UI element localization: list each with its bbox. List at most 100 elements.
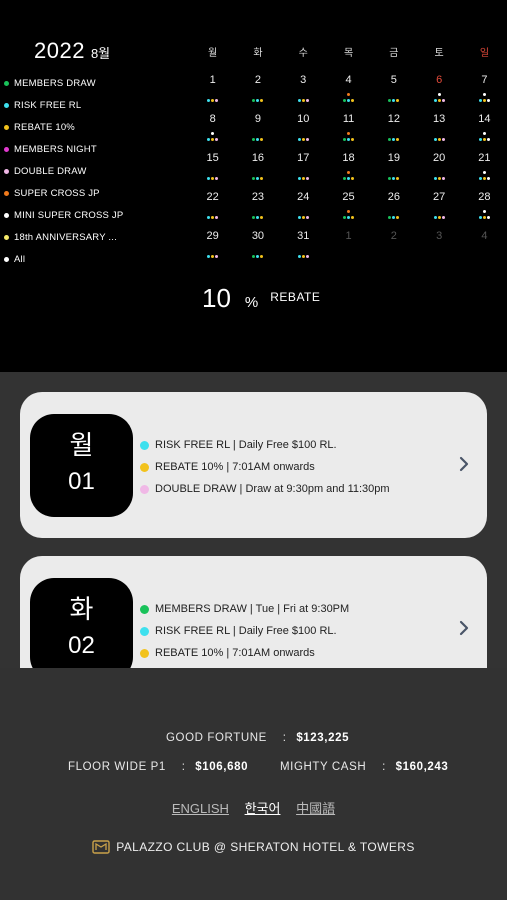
event-dots bbox=[475, 129, 493, 141]
legend-item[interactable]: MINI SUPER CROSS JP bbox=[4, 204, 184, 226]
legend-item[interactable]: MEMBERS NIGHT bbox=[4, 138, 184, 160]
event-item: DOUBLE DRAW | Draw at 9:30pm and 11:30pm bbox=[140, 478, 390, 500]
card-day: 01 bbox=[68, 468, 95, 495]
legend-item[interactable]: 18th ANNIVERSARY ... bbox=[4, 226, 184, 248]
event-dot bbox=[482, 170, 486, 174]
rebate-summary: 10 % REBATE bbox=[202, 283, 320, 314]
lang-english-link[interactable]: ENGLISH bbox=[172, 801, 229, 816]
calendar-day-cell[interactable]: 3 bbox=[281, 70, 326, 109]
day-number: 16 bbox=[251, 152, 265, 164]
calendar-day-cell[interactable]: 10 bbox=[281, 109, 326, 148]
event-dot bbox=[215, 99, 219, 102]
event-dot bbox=[347, 99, 351, 102]
calendar-day-cell[interactable]: 17 bbox=[281, 148, 326, 187]
calendar-day-cell[interactable]: 11 bbox=[326, 109, 371, 148]
day-number: 25 bbox=[342, 191, 355, 203]
event-dots bbox=[430, 246, 448, 258]
calendar-day-cell[interactable]: 30 bbox=[235, 226, 280, 265]
day-number: 17 bbox=[297, 152, 310, 164]
day-number: 6 bbox=[436, 74, 443, 86]
event-dots bbox=[204, 207, 222, 219]
calendar-day-cell[interactable]: 22 bbox=[190, 187, 235, 226]
calendar-day-cell[interactable]: 24 bbox=[281, 187, 326, 226]
jackpot-value: $160,243 bbox=[395, 761, 449, 773]
calendar-day-cell[interactable]: 20 bbox=[416, 148, 461, 187]
calendar-day-cell[interactable]: 31 bbox=[281, 226, 326, 265]
event-dot bbox=[347, 216, 351, 219]
event-dots bbox=[385, 129, 403, 141]
event-dot bbox=[211, 177, 215, 180]
event-dot bbox=[396, 138, 400, 141]
chevron-right-icon[interactable] bbox=[457, 454, 471, 474]
calendar-day-cell[interactable]: 14 bbox=[462, 109, 507, 148]
event-dot bbox=[392, 216, 396, 219]
calendar-day-cell[interactable]: 13 bbox=[416, 109, 461, 148]
event-dot bbox=[301, 255, 305, 258]
calendar-day-cell[interactable]: 29 bbox=[190, 226, 235, 265]
event-dots bbox=[294, 246, 312, 258]
event-color-dot bbox=[140, 484, 149, 494]
legend-item[interactable]: REBATE 10% bbox=[4, 116, 184, 138]
legend-item[interactable]: RISK FREE RL bbox=[4, 94, 184, 116]
event-dot bbox=[486, 216, 490, 219]
calendar-day-cell[interactable]: 23 bbox=[235, 187, 280, 226]
day-number: 10 bbox=[297, 113, 310, 125]
calendar-day-cell[interactable]: 9 bbox=[235, 109, 280, 148]
jackpot-label: GOOD FORTUNE bbox=[166, 732, 267, 744]
calendar-day-cell[interactable]: 4 bbox=[326, 70, 371, 109]
jackpot-good-fortune: GOOD FORTUNE : $123,225 bbox=[166, 732, 349, 744]
legend-item[interactable]: SUPER CROSS JP bbox=[4, 182, 184, 204]
legend-item[interactable]: DOUBLE DRAW bbox=[4, 160, 184, 182]
event-dot bbox=[396, 99, 400, 102]
event-color-dot bbox=[140, 604, 149, 614]
event-dot bbox=[437, 177, 441, 180]
calendar-day-cell[interactable]: 21 bbox=[462, 148, 507, 187]
calendar-day-cell[interactable]: 28 bbox=[462, 187, 507, 226]
legend-item[interactable]: MEMBERS DRAW bbox=[4, 72, 184, 94]
event-dot bbox=[441, 177, 445, 180]
legend-item[interactable]: All bbox=[4, 248, 184, 270]
lang-korean-link[interactable]: 한국어 bbox=[245, 801, 281, 816]
calendar-day-cell[interactable]: 5 bbox=[371, 70, 416, 109]
event-dot bbox=[207, 177, 211, 180]
calendar-day-cell[interactable]: 18 bbox=[326, 148, 371, 187]
calendar-day-cell[interactable]: 27 bbox=[416, 187, 461, 226]
calendar-day-cell[interactable]: 1 bbox=[190, 70, 235, 109]
event-dot bbox=[392, 99, 396, 102]
weekday-label: 화 bbox=[253, 48, 263, 59]
brand-text: PALAZZO CLUB @ SHERATON HOTEL & TOWERS bbox=[116, 840, 415, 854]
calendar-day-cell[interactable]: 16 bbox=[235, 148, 280, 187]
calendar-day-cell[interactable]: 15 bbox=[190, 148, 235, 187]
event-dots bbox=[475, 90, 493, 102]
day-number: 3 bbox=[436, 230, 443, 242]
chevron-right-icon[interactable] bbox=[457, 618, 471, 638]
legend-dot bbox=[4, 102, 9, 108]
calendar-day-cell[interactable]: 25 bbox=[326, 187, 371, 226]
jackpot-label: MIGHTY CASH bbox=[280, 761, 367, 773]
event-dots bbox=[204, 129, 222, 141]
event-dot bbox=[392, 177, 396, 180]
legend-label: SUPER CROSS JP bbox=[14, 187, 100, 199]
date-badge: 월 01 bbox=[30, 414, 133, 517]
event-dot bbox=[351, 99, 355, 102]
event-dot bbox=[388, 216, 392, 219]
calendar-day-cell[interactable]: 6 bbox=[416, 70, 461, 109]
day-card[interactable]: 화 02 MEMBERS DRAW | Tue | Fri at 9:30PM RIS… bbox=[20, 556, 487, 668]
event-dot bbox=[297, 177, 301, 180]
calendar-day-cell[interactable]: 26 bbox=[371, 187, 416, 226]
year-month-title: 2022 8월 bbox=[34, 38, 110, 64]
event-dot bbox=[297, 99, 301, 102]
calendar-day-cell[interactable]: 12 bbox=[371, 109, 416, 148]
day-card[interactable]: 월 01 RISK FREE RL | Daily Free $100 RL. REB… bbox=[20, 392, 487, 538]
lang-chinese-link[interactable]: 中國語 bbox=[296, 801, 335, 816]
calendar-day-cell[interactable]: 7 bbox=[462, 70, 507, 109]
legend-dot bbox=[4, 256, 9, 262]
jackpot-mighty-cash: MIGHTY CASH : $160,243 bbox=[280, 761, 448, 773]
event-dot bbox=[478, 138, 482, 141]
calendar-day-cell[interactable]: 8 bbox=[190, 109, 235, 148]
event-dot bbox=[252, 255, 256, 258]
day-number: 2 bbox=[254, 74, 261, 86]
calendar-day-cell[interactable]: 19 bbox=[371, 148, 416, 187]
day-number: 12 bbox=[387, 113, 400, 125]
calendar-day-cell[interactable]: 2 bbox=[235, 70, 280, 109]
